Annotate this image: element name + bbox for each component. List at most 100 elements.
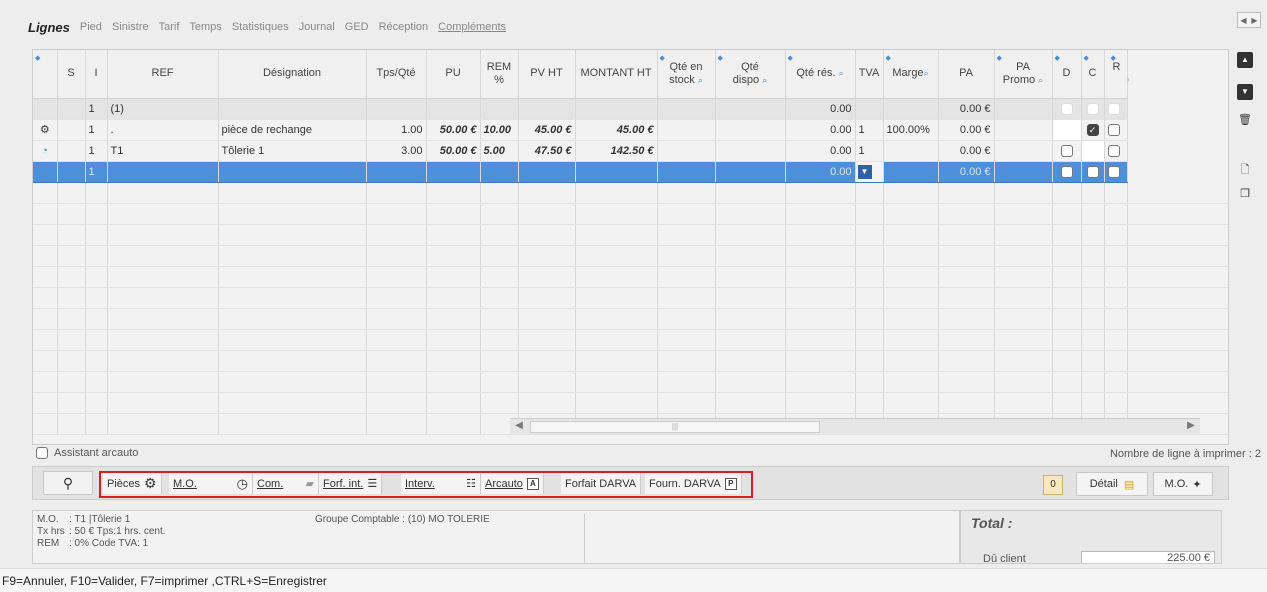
col-tps[interactable]: Tps/Qté bbox=[366, 50, 427, 99]
forfait-darva-button[interactable]: Forfait DARVA bbox=[561, 473, 642, 494]
detail-button[interactable]: Détail ▤ bbox=[1076, 472, 1148, 496]
col-d[interactable]: ◆ D bbox=[1052, 50, 1082, 99]
col-pu[interactable]: PU bbox=[426, 50, 481, 99]
search-icon[interactable]: ⌕ bbox=[698, 75, 703, 85]
tab-tarif[interactable]: Tarif bbox=[159, 21, 180, 33]
notes-badge[interactable]: 0 bbox=[1043, 475, 1063, 495]
search-icon[interactable]: ⌕ bbox=[924, 68, 929, 78]
due-client-label: Dû client bbox=[983, 553, 1026, 564]
table-row bbox=[33, 287, 1228, 309]
table-row-selected[interactable]: 1 0.00 ▼ 0.00 € bbox=[33, 161, 1228, 183]
search-icon[interactable]: ⌕ bbox=[839, 68, 844, 78]
checklist-icon: ☷ bbox=[466, 478, 476, 490]
new-document-icon[interactable]: 🗋 bbox=[1237, 162, 1253, 178]
col-i[interactable]: I bbox=[85, 50, 108, 99]
tab-journal[interactable]: Journal bbox=[299, 21, 335, 33]
table-row[interactable]: ⚙ 1 . pièce de rechange 1.00 50.00 € 10.… bbox=[33, 119, 1228, 141]
col-rem[interactable]: REM % bbox=[480, 50, 519, 99]
col-marker[interactable]: ◆ bbox=[33, 50, 58, 99]
checkbox-r[interactable] bbox=[1107, 144, 1120, 157]
col-designation[interactable]: Désignation bbox=[218, 50, 367, 99]
horizontal-scrollbar[interactable]: ◀ ||| ▶ bbox=[510, 418, 1200, 434]
search-icon[interactable]: ⌕ bbox=[1038, 75, 1043, 85]
checkbox-c[interactable] bbox=[1086, 102, 1099, 115]
gear-icon: ⚙ bbox=[39, 124, 50, 136]
col-s[interactable]: S bbox=[57, 50, 86, 99]
tab-statistiques[interactable]: Statistiques bbox=[232, 21, 289, 33]
due-client-value: 225.00 € bbox=[1081, 551, 1215, 563]
scroll-left-icon[interactable]: ◀ bbox=[512, 420, 526, 434]
table-row bbox=[33, 182, 1228, 204]
gear-icon: ⚙ bbox=[144, 475, 157, 491]
accounting-group: Groupe Comptable : (10) MO TOLERIE bbox=[315, 514, 585, 563]
checkbox-c[interactable]: ✓ bbox=[1086, 123, 1099, 136]
scroll-thumb[interactable]: ||| bbox=[530, 421, 820, 433]
checkbox-d[interactable] bbox=[1060, 102, 1073, 115]
tab-complements[interactable]: Compléments bbox=[438, 21, 506, 33]
search-icon[interactable]: ⌕ bbox=[762, 75, 767, 85]
table-row[interactable]: ◔ 1 T1 Tôlerie 1 3.00 50.00 € 5.00 47.50… bbox=[33, 140, 1228, 162]
search-button[interactable]: ⚲ bbox=[43, 471, 93, 495]
labor-clock-icon: ◔ bbox=[41, 144, 49, 157]
mo-button[interactable]: M.O. ◷ bbox=[169, 473, 253, 494]
chevron-right-icon[interactable]: › bbox=[1127, 74, 1131, 86]
fourn-darva-button[interactable]: Fourn. DARVA P bbox=[645, 473, 742, 494]
list-icon: ☰ bbox=[367, 478, 378, 490]
comment-button[interactable]: Com. ▰ bbox=[253, 473, 319, 494]
table-row bbox=[33, 308, 1228, 330]
tab-lignes[interactable]: Lignes bbox=[28, 20, 70, 35]
tab-temps[interactable]: Temps bbox=[189, 21, 221, 33]
move-up-button[interactable]: ▲ bbox=[1237, 52, 1253, 68]
intervention-button[interactable]: Interv. ☷ bbox=[401, 473, 481, 494]
tab-scroll-buttons[interactable]: ◀ ▶ bbox=[1237, 12, 1261, 28]
col-tva[interactable]: TVA bbox=[855, 50, 884, 99]
checkbox-r[interactable] bbox=[1107, 165, 1120, 178]
arcauto-button[interactable]: Arcauto A bbox=[481, 473, 544, 494]
col-res[interactable]: ◆ Qté rés. ⌕ bbox=[785, 50, 856, 99]
line-details: M.O.: T1 |Tôlerie 1 Tx hrs: 50 € Tps:1 h… bbox=[37, 514, 166, 549]
checkbox-c[interactable] bbox=[1086, 165, 1099, 178]
assistant-option[interactable]: Assistant arcauto bbox=[36, 447, 138, 459]
scroll-right-icon[interactable]: ▶ bbox=[1184, 420, 1198, 434]
checkbox-d[interactable] bbox=[1060, 144, 1073, 157]
col-marge[interactable]: ◆ Marge⌕ bbox=[883, 50, 939, 99]
table-row bbox=[33, 371, 1228, 393]
table-row bbox=[33, 203, 1228, 225]
col-pa-promo[interactable]: ◆ PA Promo ⌕ bbox=[994, 50, 1053, 99]
clock-icon: ◷ bbox=[236, 475, 248, 491]
pieces-button[interactable]: Pièces ⚙ bbox=[103, 473, 162, 494]
chevron-right-icon[interactable]: ▶ bbox=[1251, 16, 1257, 25]
col-pa[interactable]: PA bbox=[938, 50, 995, 99]
comment-icon: ▰ bbox=[305, 478, 314, 490]
assistant-checkbox[interactable] bbox=[36, 447, 48, 459]
checkbox-r[interactable] bbox=[1107, 123, 1120, 136]
checkbox-r[interactable] bbox=[1107, 102, 1120, 115]
line-info-panel: M.O.: T1 |Tôlerie 1 Tx hrs: 50 € Tps:1 h… bbox=[32, 510, 960, 564]
chevron-down-icon[interactable]: ▼ bbox=[857, 164, 872, 179]
tab-reception[interactable]: Réception bbox=[379, 21, 429, 33]
tab-pied[interactable]: Pied bbox=[80, 21, 102, 33]
total-panel: Total : Dû client 225.00 € bbox=[960, 510, 1222, 564]
forfait-int-button[interactable]: Forf. int. ☰ bbox=[319, 473, 383, 494]
col-r[interactable]: ◆ R › bbox=[1104, 50, 1130, 99]
col-stock[interactable]: ◆ Qté en stock ⌕ bbox=[657, 50, 716, 99]
checkbox-d[interactable] bbox=[1060, 165, 1073, 178]
col-c[interactable]: ◆ C bbox=[1081, 50, 1105, 99]
lines-grid: ◆ S I REF Désignation Tps/Qté PU REM % P… bbox=[32, 49, 1229, 445]
move-down-button[interactable]: ▼ bbox=[1237, 84, 1253, 100]
table-row[interactable]: 1 (1) 0.00 0.00 € bbox=[33, 98, 1228, 120]
tab-sinistre[interactable]: Sinistre bbox=[112, 21, 149, 33]
col-pvht[interactable]: PV HT bbox=[518, 50, 576, 99]
col-ref[interactable]: REF bbox=[107, 50, 219, 99]
copy-icon[interactable]: ❐ bbox=[1237, 186, 1253, 202]
mo-detail-button[interactable]: M.O. ✦ bbox=[1153, 472, 1213, 496]
chevron-left-icon[interactable]: ◀ bbox=[1240, 16, 1246, 25]
line-count-label: Nombre de ligne à imprimer : 2 bbox=[1109, 448, 1261, 460]
col-dispo[interactable]: ◆ Qté dispo ⌕ bbox=[715, 50, 786, 99]
table-row bbox=[33, 224, 1228, 246]
trash-icon[interactable]: 🗑 bbox=[1237, 112, 1253, 128]
tab-ged[interactable]: GED bbox=[345, 21, 369, 33]
table-row bbox=[33, 392, 1228, 414]
table-row bbox=[33, 350, 1228, 372]
col-montant[interactable]: MONTANT HT bbox=[575, 50, 658, 99]
